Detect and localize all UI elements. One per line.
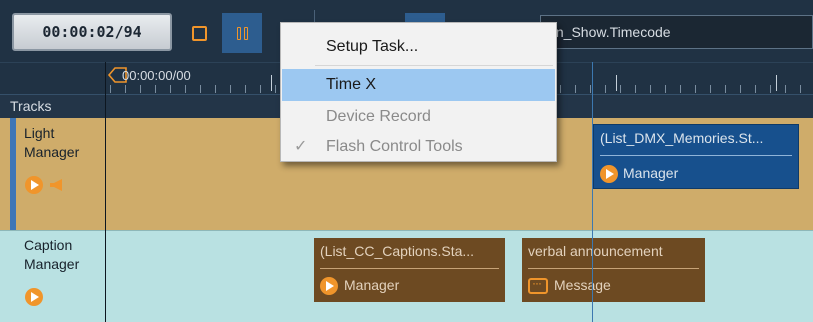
ruler-major-tick <box>616 75 617 91</box>
clip-title: (List_DMX_Memories.St... <box>600 130 764 146</box>
checkmark-icon: ✓ <box>294 138 308 155</box>
clip-verbal-announcement[interactable]: verbal announcement Message <box>522 238 705 302</box>
megaphone-icon[interactable] <box>49 179 65 191</box>
track-selected-accent <box>10 118 16 230</box>
track-header-divider <box>105 62 106 322</box>
menu-item-device-record[interactable]: Device Record <box>282 101 555 133</box>
stop-button[interactable] <box>182 16 216 50</box>
message-icon <box>528 276 548 294</box>
ruler-major-tick <box>271 75 272 91</box>
show-timecode-text: ain_Show.Timecode <box>545 24 671 40</box>
clip-title: (List_CC_Captions.Sta... <box>320 243 475 259</box>
playhead[interactable] <box>592 62 593 322</box>
ruler-major-tick <box>776 75 777 91</box>
clip-subtitle: Manager <box>623 165 679 181</box>
pause-icon <box>236 26 241 40</box>
menu-item-flash-control-tools[interactable]: ✓ Flash Control Tools <box>282 131 555 163</box>
menu-item-setup-task[interactable]: Setup Task... <box>282 31 555 63</box>
clip-divider <box>320 268 499 269</box>
tracks-label: Tracks <box>10 98 52 114</box>
timecode-display[interactable]: 00:00:02/94 <box>12 13 172 51</box>
play-icon <box>320 277 338 295</box>
timecode-text: 00:00:02/94 <box>42 23 142 41</box>
play-icon[interactable] <box>25 288 43 306</box>
show-timecode-field[interactable]: ain_Show.Timecode <box>540 15 813 49</box>
stop-icon <box>191 25 207 41</box>
clip-divider <box>600 155 792 156</box>
clip-subtitle: Message <box>554 277 611 293</box>
clip-cc-captions[interactable]: (List_CC_Captions.Sta... Manager <box>314 238 505 302</box>
clip-subtitle: Manager <box>344 277 400 293</box>
ruler-start-time: 00:00:00/00 <box>122 68 191 83</box>
play-icon <box>600 165 618 183</box>
clip-title: verbal announcement <box>528 243 663 259</box>
play-icon[interactable] <box>25 176 43 194</box>
clip-divider <box>528 268 699 269</box>
track-name-light-manager: Light Manager <box>24 125 80 160</box>
menu-item-time-x[interactable]: Time X <box>282 69 555 101</box>
menu-separator <box>315 65 553 66</box>
track-name-caption-manager: Caption Manager <box>24 237 80 272</box>
pause-button[interactable] <box>222 13 262 53</box>
clip-dmx-memories[interactable]: (List_DMX_Memories.St... Manager <box>593 124 799 189</box>
context-menu: Setup Task... Time X Device Record ✓ Fla… <box>280 22 557 162</box>
